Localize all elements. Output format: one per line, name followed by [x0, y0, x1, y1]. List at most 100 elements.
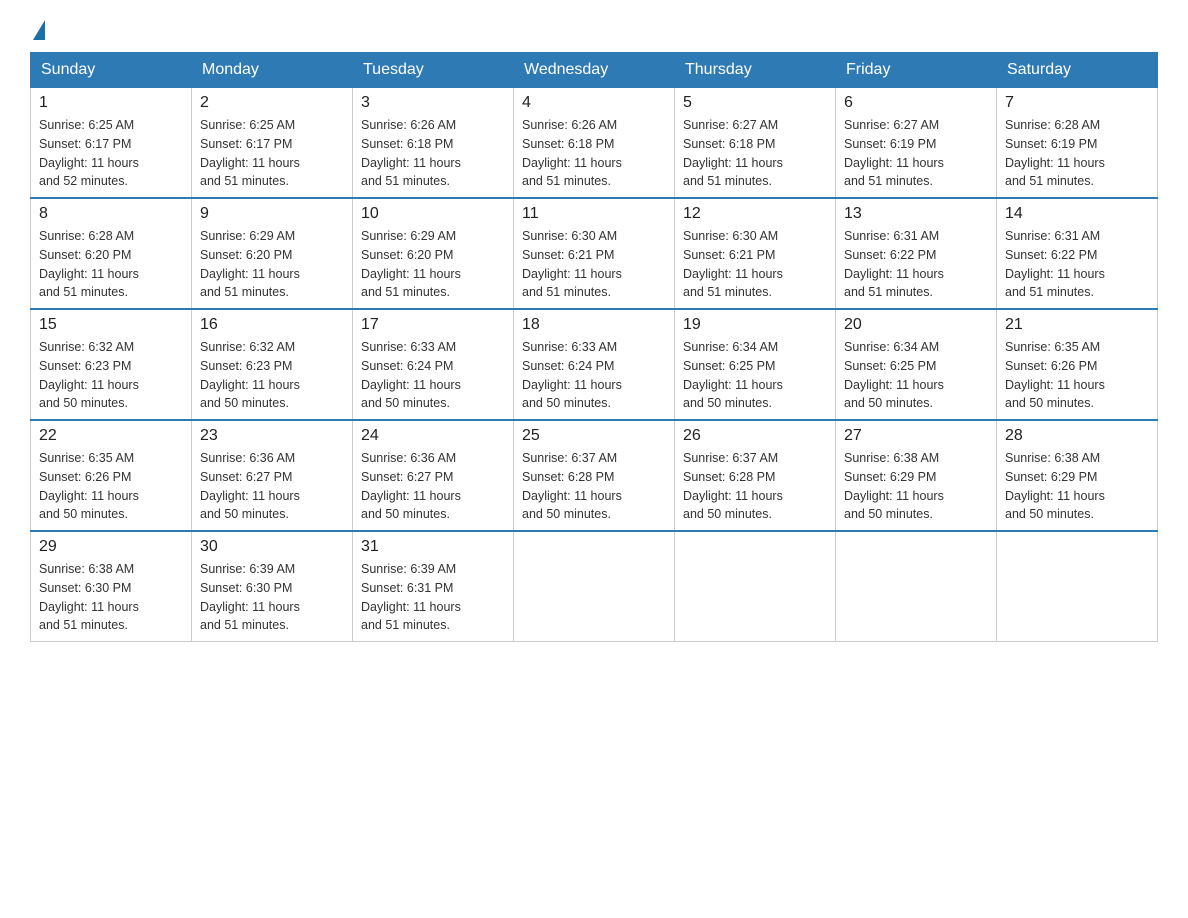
day-info: Sunrise: 6:37 AMSunset: 6:28 PMDaylight:…: [683, 449, 827, 524]
calendar-cell: 22 Sunrise: 6:35 AMSunset: 6:26 PMDayligh…: [31, 420, 192, 531]
day-info: Sunrise: 6:25 AMSunset: 6:17 PMDaylight:…: [200, 116, 344, 191]
calendar-cell: 10Sunrise: 6:29 AMSunset: 6:20 PMDayligh…: [353, 198, 514, 309]
day-info: Sunrise: 6:38 AMSunset: 6:29 PMDaylight:…: [844, 449, 988, 524]
day-info: Sunrise: 6:32 AMSunset: 6:23 PMDaylight:…: [200, 338, 344, 413]
day-number: 7: [1005, 94, 1149, 112]
day-number: 15: [39, 316, 183, 334]
calendar-cell: 5 Sunrise: 6:27 AMSunset: 6:18 PMDaylight…: [675, 88, 836, 199]
day-number: 14: [1005, 205, 1149, 223]
day-number: 9: [200, 205, 344, 223]
day-info: Sunrise: 6:33 AMSunset: 6:24 PMDaylight:…: [361, 338, 505, 413]
logo-row1: [30, 20, 45, 42]
calendar-cell: 8 Sunrise: 6:28 AMSunset: 6:20 PMDaylight…: [31, 198, 192, 309]
day-number: 4: [522, 94, 666, 112]
day-number: 10: [361, 205, 505, 223]
day-info: Sunrise: 6:34 AMSunset: 6:25 PMDaylight:…: [683, 338, 827, 413]
day-info: Sunrise: 6:39 AMSunset: 6:30 PMDaylight:…: [200, 560, 344, 635]
day-info: Sunrise: 6:29 AMSunset: 6:20 PMDaylight:…: [200, 227, 344, 302]
calendar-cell: [675, 531, 836, 642]
calendar-cell: 4 Sunrise: 6:26 AMSunset: 6:18 PMDaylight…: [514, 88, 675, 199]
calendar-cell: 23 Sunrise: 6:36 AMSunset: 6:27 PMDayligh…: [192, 420, 353, 531]
calendar-week-row: 15 Sunrise: 6:32 AMSunset: 6:23 PMDayligh…: [31, 309, 1158, 420]
day-info: Sunrise: 6:30 AMSunset: 6:21 PMDaylight:…: [683, 227, 827, 302]
day-number: 1: [39, 94, 183, 112]
day-info: Sunrise: 6:31 AMSunset: 6:22 PMDaylight:…: [1005, 227, 1149, 302]
day-number: 17: [361, 316, 505, 334]
day-number: 3: [361, 94, 505, 112]
day-number: 25: [522, 427, 666, 445]
calendar-cell: 20 Sunrise: 6:34 AMSunset: 6:25 PMDayligh…: [836, 309, 997, 420]
day-number: 22: [39, 427, 183, 445]
day-number: 8: [39, 205, 183, 223]
day-info: Sunrise: 6:31 AMSunset: 6:22 PMDaylight:…: [844, 227, 988, 302]
calendar-cell: 31Sunrise: 6:39 AMSunset: 6:31 PMDayligh…: [353, 531, 514, 642]
day-info: Sunrise: 6:28 AMSunset: 6:20 PMDaylight:…: [39, 227, 183, 302]
logo-triangle-icon: [33, 20, 45, 40]
day-info: Sunrise: 6:27 AMSunset: 6:18 PMDaylight:…: [683, 116, 827, 191]
day-number: 28: [1005, 427, 1149, 445]
column-header-wednesday: Wednesday: [514, 53, 675, 88]
day-info: Sunrise: 6:26 AMSunset: 6:18 PMDaylight:…: [522, 116, 666, 191]
logo-wrapper: [30, 20, 45, 42]
day-number: 6: [844, 94, 988, 112]
calendar-cell: 13 Sunrise: 6:31 AMSunset: 6:22 PMDayligh…: [836, 198, 997, 309]
day-info: Sunrise: 6:26 AMSunset: 6:18 PMDaylight:…: [361, 116, 505, 191]
calendar-cell: 9 Sunrise: 6:29 AMSunset: 6:20 PMDaylight…: [192, 198, 353, 309]
calendar-cell: 21 Sunrise: 6:35 AMSunset: 6:26 PMDayligh…: [997, 309, 1158, 420]
day-number: 21: [1005, 316, 1149, 334]
day-number: 26: [683, 427, 827, 445]
calendar-cell: 30 Sunrise: 6:39 AMSunset: 6:30 PMDayligh…: [192, 531, 353, 642]
day-info: Sunrise: 6:37 AMSunset: 6:28 PMDaylight:…: [522, 449, 666, 524]
day-number: 18: [522, 316, 666, 334]
day-number: 30: [200, 538, 344, 556]
calendar-cell: 2 Sunrise: 6:25 AMSunset: 6:17 PMDaylight…: [192, 88, 353, 199]
calendar-table: SundayMondayTuesdayWednesdayThursdayFrid…: [30, 52, 1158, 642]
calendar-cell: [514, 531, 675, 642]
calendar-cell: 16 Sunrise: 6:32 AMSunset: 6:23 PMDayligh…: [192, 309, 353, 420]
day-number: 16: [200, 316, 344, 334]
calendar-cell: 17 Sunrise: 6:33 AMSunset: 6:24 PMDayligh…: [353, 309, 514, 420]
logo: [30, 20, 45, 42]
day-info: Sunrise: 6:25 AMSunset: 6:17 PMDaylight:…: [39, 116, 183, 191]
day-number: 29: [39, 538, 183, 556]
day-info: Sunrise: 6:28 AMSunset: 6:19 PMDaylight:…: [1005, 116, 1149, 191]
day-info: Sunrise: 6:35 AMSunset: 6:26 PMDaylight:…: [1005, 338, 1149, 413]
day-number: 5: [683, 94, 827, 112]
calendar-cell: 24Sunrise: 6:36 AMSunset: 6:27 PMDayligh…: [353, 420, 514, 531]
day-info: Sunrise: 6:30 AMSunset: 6:21 PMDaylight:…: [522, 227, 666, 302]
calendar-week-row: 22 Sunrise: 6:35 AMSunset: 6:26 PMDayligh…: [31, 420, 1158, 531]
calendar-cell: 27Sunrise: 6:38 AMSunset: 6:29 PMDayligh…: [836, 420, 997, 531]
calendar-header-row: SundayMondayTuesdayWednesdayThursdayFrid…: [31, 53, 1158, 88]
day-info: Sunrise: 6:35 AMSunset: 6:26 PMDaylight:…: [39, 449, 183, 524]
calendar-cell: 7 Sunrise: 6:28 AMSunset: 6:19 PMDaylight…: [997, 88, 1158, 199]
day-number: 13: [844, 205, 988, 223]
calendar-cell: [997, 531, 1158, 642]
day-number: 12: [683, 205, 827, 223]
day-info: Sunrise: 6:38 AMSunset: 6:29 PMDaylight:…: [1005, 449, 1149, 524]
calendar-cell: 19Sunrise: 6:34 AMSunset: 6:25 PMDayligh…: [675, 309, 836, 420]
day-info: Sunrise: 6:32 AMSunset: 6:23 PMDaylight:…: [39, 338, 183, 413]
page-header: [30, 20, 1158, 42]
day-info: Sunrise: 6:38 AMSunset: 6:30 PMDaylight:…: [39, 560, 183, 635]
column-header-friday: Friday: [836, 53, 997, 88]
day-info: Sunrise: 6:27 AMSunset: 6:19 PMDaylight:…: [844, 116, 988, 191]
calendar-cell: 15 Sunrise: 6:32 AMSunset: 6:23 PMDayligh…: [31, 309, 192, 420]
day-number: 24: [361, 427, 505, 445]
calendar-week-row: 29 Sunrise: 6:38 AMSunset: 6:30 PMDayligh…: [31, 531, 1158, 642]
day-info: Sunrise: 6:36 AMSunset: 6:27 PMDaylight:…: [200, 449, 344, 524]
day-info: Sunrise: 6:34 AMSunset: 6:25 PMDaylight:…: [844, 338, 988, 413]
column-header-monday: Monday: [192, 53, 353, 88]
calendar-cell: [836, 531, 997, 642]
calendar-cell: 14 Sunrise: 6:31 AMSunset: 6:22 PMDayligh…: [997, 198, 1158, 309]
calendar-cell: 29 Sunrise: 6:38 AMSunset: 6:30 PMDayligh…: [31, 531, 192, 642]
calendar-week-row: 1 Sunrise: 6:25 AMSunset: 6:17 PMDaylight…: [31, 88, 1158, 199]
day-number: 23: [200, 427, 344, 445]
calendar-cell: 6 Sunrise: 6:27 AMSunset: 6:19 PMDaylight…: [836, 88, 997, 199]
day-number: 20: [844, 316, 988, 334]
calendar-cell: 26 Sunrise: 6:37 AMSunset: 6:28 PMDayligh…: [675, 420, 836, 531]
column-header-saturday: Saturday: [997, 53, 1158, 88]
calendar-cell: 1 Sunrise: 6:25 AMSunset: 6:17 PMDaylight…: [31, 88, 192, 199]
day-info: Sunrise: 6:39 AMSunset: 6:31 PMDaylight:…: [361, 560, 505, 635]
day-number: 2: [200, 94, 344, 112]
calendar-cell: 25 Sunrise: 6:37 AMSunset: 6:28 PMDayligh…: [514, 420, 675, 531]
